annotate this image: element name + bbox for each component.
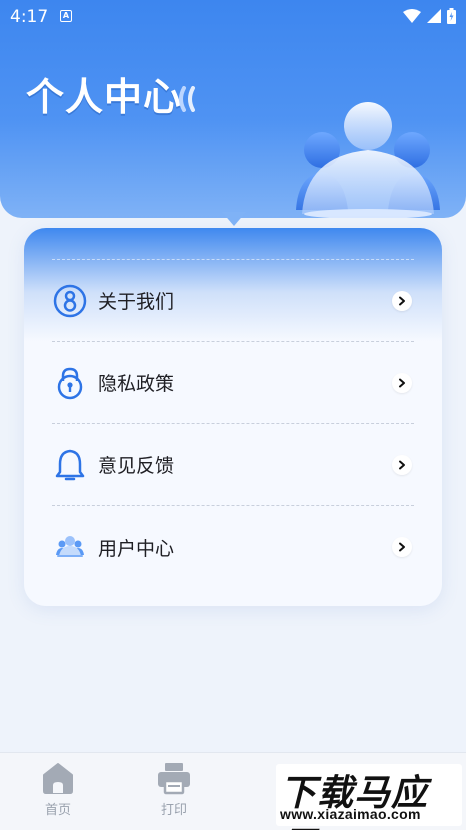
nav-label: 首页 [44, 803, 71, 818]
nav-item-print[interactable]: 打印 [139, 761, 209, 827]
signal-icon [427, 9, 441, 23]
home-icon [43, 763, 73, 794]
chevron-right-icon [392, 537, 412, 557]
bell-icon [52, 447, 88, 483]
status-time: 4:17 [10, 7, 49, 27]
menu-item-label: 用户中心 [98, 537, 175, 560]
menu-item-label: 关于我们 [98, 291, 175, 313]
nav-item-home[interactable]: 首页 [23, 761, 93, 827]
page-title: 个人中心 [26, 75, 183, 119]
watermark-url: www.xiazaimao.com [280, 806, 421, 822]
wifi-icon [403, 9, 421, 23]
about-icon [52, 283, 88, 319]
watermark: 下载马应用 www.xiazaimao.com [276, 764, 462, 830]
chevron-right-icon [392, 454, 412, 475]
menu-card: 关于我们 隐私政策 意见反馈 用户中心 [24, 228, 442, 606]
battery-icon [447, 8, 456, 24]
notification-icon: A [60, 10, 72, 22]
nav-label: 打印 [160, 803, 187, 818]
users-icon [52, 529, 88, 565]
decoration-icon [179, 86, 195, 112]
menu-item-label: 意见反馈 [98, 455, 175, 477]
header-pointer [222, 212, 246, 226]
users-illustration-icon [296, 102, 440, 218]
chevron-right-icon [392, 290, 412, 311]
printer-icon [158, 763, 190, 795]
menu-item-label: 隐私政策 [98, 373, 175, 395]
menu-item-user-center[interactable]: 用户中心 [52, 506, 414, 588]
status-bar: 4:17 A [0, 0, 466, 34]
menu-item-feedback[interactable]: 意见反馈 [52, 424, 414, 506]
menu-item-privacy[interactable]: 隐私政策 [52, 342, 414, 424]
lock-icon [52, 365, 88, 401]
chevron-right-icon [392, 372, 412, 393]
menu-item-about[interactable]: 关于我们 [52, 260, 414, 342]
